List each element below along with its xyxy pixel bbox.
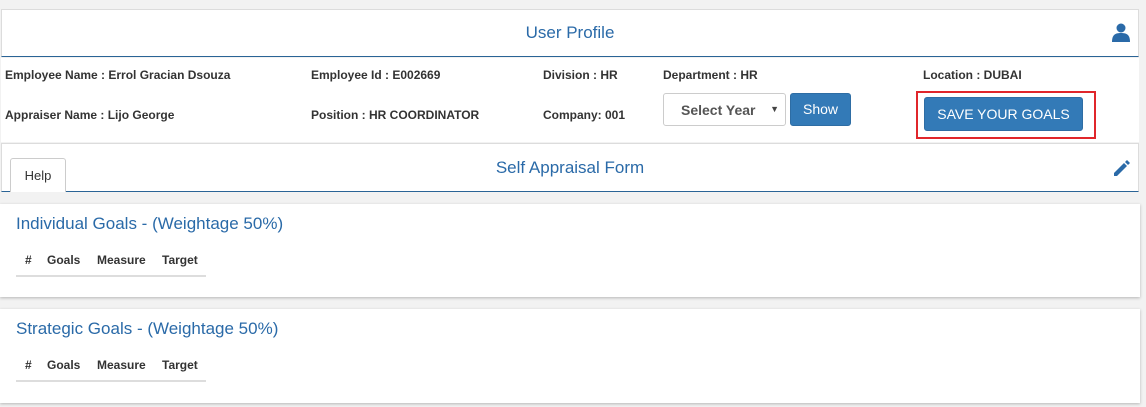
column-header: Goals xyxy=(47,253,81,267)
individual-goals-table-header: # Goals Measure Target xyxy=(16,252,206,277)
employee-id: Employee Id : E002669 xyxy=(311,68,441,82)
location: Location : DUBAI xyxy=(923,68,1022,82)
strategic-goals-title: Strategic Goals - (Weightage 50%) xyxy=(16,319,279,338)
profile-title: User Profile xyxy=(525,23,615,42)
individual-goals-section: Individual Goals - (Weightage 50%) # Goa… xyxy=(0,204,1140,297)
column-header: Measure xyxy=(97,253,146,267)
chevron-down-icon: ▼ xyxy=(770,104,779,114)
department: Department : HR xyxy=(663,68,758,82)
column-header: # xyxy=(25,253,32,267)
column-header: Target xyxy=(162,358,198,372)
position: Position : HR COORDINATOR xyxy=(311,108,480,122)
year-select[interactable]: Select Year ▼ xyxy=(663,93,786,126)
user-profile-header: User Profile xyxy=(1,9,1139,57)
pencil-icon[interactable] xyxy=(1112,158,1132,178)
year-select-value: Select Year xyxy=(681,102,756,118)
strategic-goals-section: Strategic Goals - (Weightage 50%) # Goal… xyxy=(0,309,1140,403)
column-header: Target xyxy=(162,253,198,267)
employee-info: Employee Name : Errol Gracian Dsouza Emp… xyxy=(1,58,1139,142)
company: Company: 001 xyxy=(543,108,626,122)
save-goals-button[interactable]: SAVE YOUR GOALS xyxy=(924,97,1083,131)
appraisal-title: Self Appraisal Form xyxy=(495,158,645,177)
employee-name: Employee Name : Errol Gracian Dsouza xyxy=(5,68,231,82)
user-icon[interactable] xyxy=(1112,23,1130,42)
division: Division : HR xyxy=(543,68,618,82)
self-appraisal-header: Help Self Appraisal Form xyxy=(1,143,1139,192)
column-header: Goals xyxy=(47,358,81,372)
strategic-goals-table-header: # Goals Measure Target xyxy=(16,357,206,382)
appraiser-name: Appraiser Name : Lijo George xyxy=(5,108,175,122)
show-button[interactable]: Show xyxy=(790,93,851,126)
individual-goals-title: Individual Goals - (Weightage 50%) xyxy=(16,214,284,233)
column-header: # xyxy=(25,358,32,372)
column-header: Measure xyxy=(97,358,146,372)
